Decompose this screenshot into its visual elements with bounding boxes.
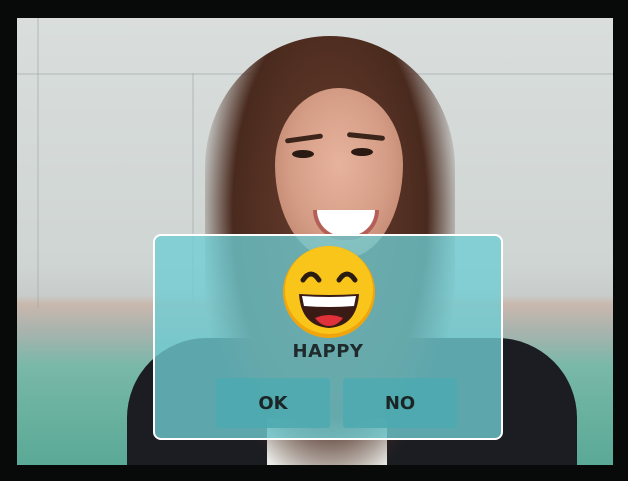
camera-frame: HAPPY OK NO [0,0,628,481]
no-button[interactable]: NO [343,378,457,428]
grinning-face-icon [283,246,375,338]
emotion-dialog: HAPPY OK NO [153,234,503,440]
ok-button[interactable]: OK [216,378,330,428]
mood-label: HAPPY [292,341,364,362]
